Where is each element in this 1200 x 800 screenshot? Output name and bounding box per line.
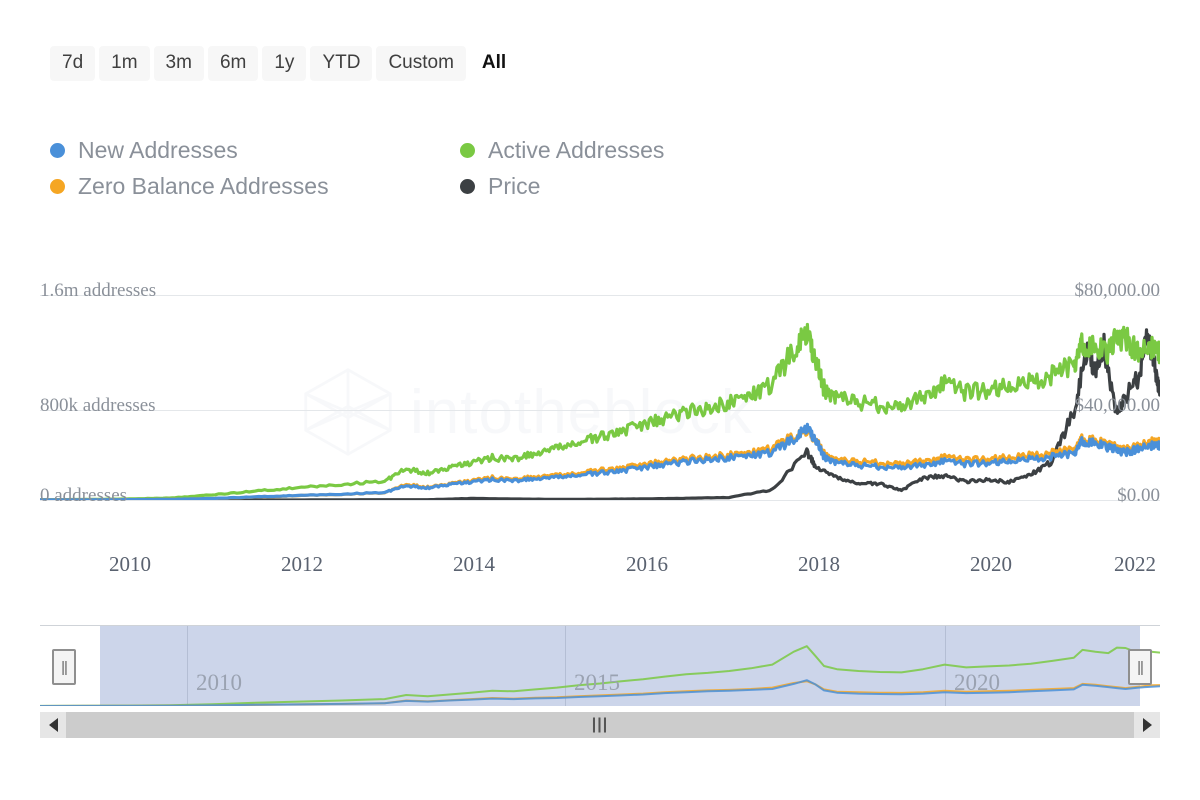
navigator-left-handle-grip: || xyxy=(61,658,68,676)
chart-plot-area: 1.6m addresses 800k addresses 0 addresse… xyxy=(0,270,1200,540)
x-axis-tick-2022: 2022 xyxy=(1114,552,1156,576)
x-axis-tick-2010: 2010 xyxy=(109,552,151,576)
scrollbar-grip: ||| xyxy=(591,716,609,733)
y-axis-left-tick-middle: 800k addresses xyxy=(40,395,156,416)
legend-row-2: Zero Balance Addresses Price xyxy=(50,168,770,204)
legend-label-zero-balance-addresses: Zero Balance Addresses xyxy=(78,172,329,199)
right-arrow-icon xyxy=(1142,718,1152,732)
series-line-price xyxy=(40,328,1160,500)
y-axis-left-tick-top: 1.6m addresses xyxy=(40,280,157,301)
legend-item-new-addresses[interactable]: New Addresses xyxy=(50,137,460,164)
y-axis-right-tick-middle: $40,000.00 xyxy=(1074,395,1161,416)
x-axis-tick-2020: 2020 xyxy=(970,552,1012,576)
x-axis-tick-2014: 2014 xyxy=(453,552,495,576)
range-selector: 7d 1m 3m 6m 1y YTD Custom All xyxy=(50,46,518,81)
chart-page: 7d 1m 3m 6m 1y YTD Custom All New Addres… xyxy=(0,0,1200,800)
range-button-custom[interactable]: Custom xyxy=(376,46,466,81)
legend-label-new-addresses: New Addresses xyxy=(78,136,238,163)
x-axis: 2010 2012 2014 2016 2018 2020 2022 xyxy=(0,552,1200,582)
chart-navigator[interactable]: 2010 2015 2020 || || xyxy=(40,625,1160,706)
range-button-3m[interactable]: 3m xyxy=(153,46,204,81)
y-axis-right-tick-bottom: $0.00 xyxy=(1117,485,1160,506)
range-button-1m[interactable]: 1m xyxy=(99,46,150,81)
range-button-6m[interactable]: 6m xyxy=(207,46,259,81)
legend-label-active-addresses: Active Addresses xyxy=(488,136,665,163)
x-axis-tick-2018: 2018 xyxy=(798,552,840,576)
y-axis-right-tick-top: $80,000.00 xyxy=(1074,280,1161,301)
navigator-year-2015: 2015 xyxy=(574,670,620,695)
scrollbar-left-button[interactable] xyxy=(40,712,66,738)
chart-scrollbar[interactable]: ||| xyxy=(40,712,1160,738)
scrollbar-right-button[interactable] xyxy=(1134,712,1160,738)
range-button-7d[interactable]: 7d xyxy=(50,46,96,81)
x-axis-tick-2016: 2016 xyxy=(626,552,668,576)
legend-row-1: New Addresses Active Addresses xyxy=(50,132,770,168)
left-arrow-icon xyxy=(48,718,58,732)
legend-item-active-addresses[interactable]: Active Addresses xyxy=(460,137,664,164)
navigator-year-2020: 2020 xyxy=(954,670,1000,695)
navigator-left-handle[interactable]: || xyxy=(52,649,76,685)
legend-color-dot-icon xyxy=(50,178,65,194)
chart-legend: New Addresses Active Addresses Zero Bala… xyxy=(50,132,770,204)
x-axis-tick-2012: 2012 xyxy=(281,552,323,576)
navigator-year-2010: 2010 xyxy=(196,670,242,695)
legend-color-dot-icon xyxy=(460,142,475,158)
navigator-background: 2010 2015 2020 xyxy=(40,625,1160,706)
navigator-right-handle-grip: || xyxy=(1137,658,1144,676)
chart-series-svg xyxy=(40,322,1160,500)
range-button-all[interactable]: All xyxy=(470,46,518,81)
range-button-ytd[interactable]: YTD xyxy=(310,46,373,81)
navigator-right-handle[interactable]: || xyxy=(1128,649,1152,685)
legend-color-dot-icon xyxy=(460,178,475,194)
legend-item-price[interactable]: Price xyxy=(460,173,540,200)
range-button-1y[interactable]: 1y xyxy=(262,46,307,81)
y-axis-left-tick-bottom: 0 addresses xyxy=(40,485,128,506)
legend-item-zero-balance-addresses[interactable]: Zero Balance Addresses xyxy=(50,173,460,200)
scrollbar-track[interactable]: ||| xyxy=(66,712,1134,738)
plot-inner xyxy=(40,295,1160,501)
gridline-bottom xyxy=(40,500,1160,501)
legend-label-price: Price xyxy=(488,172,541,199)
legend-color-dot-icon xyxy=(50,142,65,158)
